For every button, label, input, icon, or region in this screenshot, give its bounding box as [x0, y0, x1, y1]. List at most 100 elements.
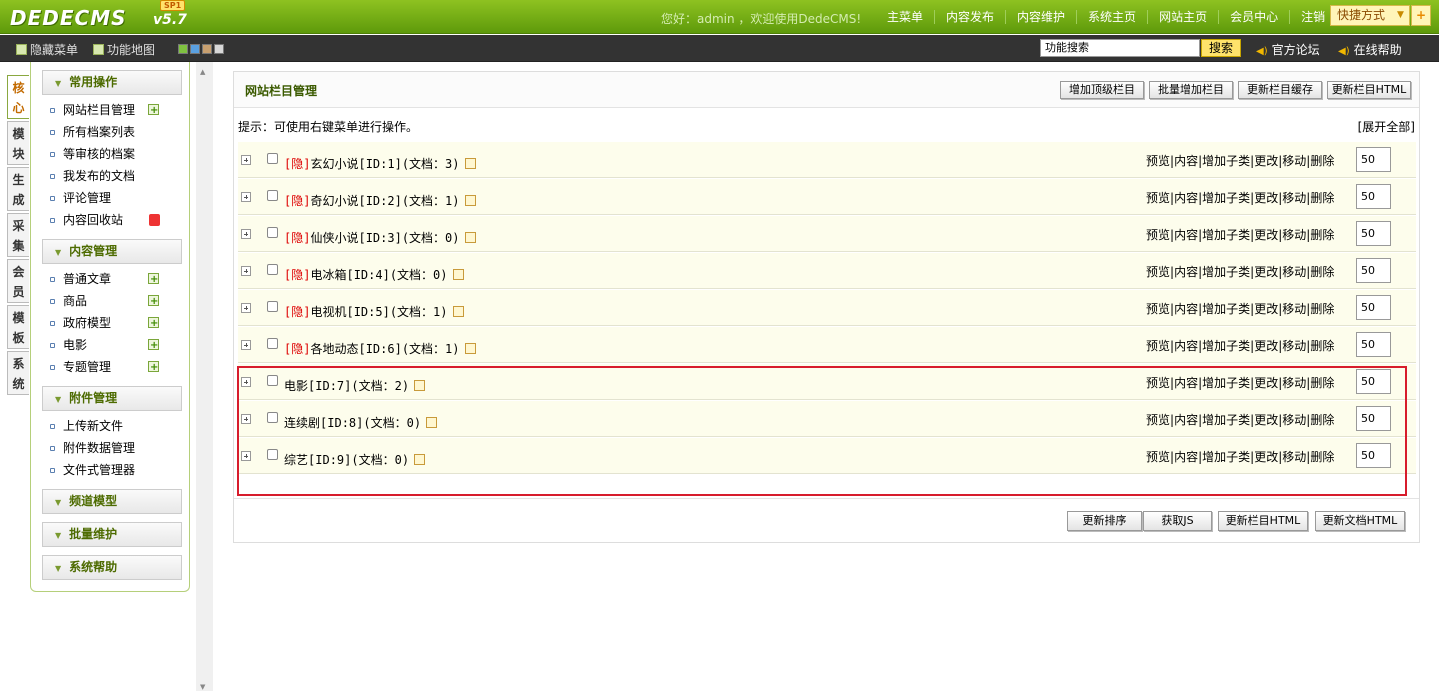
edit-icon[interactable]: [464, 343, 476, 354]
scroll-down-icon[interactable]: ▼: [200, 683, 205, 691]
row-action-link[interactable]: 删除: [1310, 265, 1334, 279]
top-nav-item[interactable]: 主菜单: [876, 10, 934, 24]
row-action-link[interactable]: 预览: [1146, 154, 1170, 168]
row-checkbox[interactable]: [267, 190, 278, 201]
row-checkbox[interactable]: [267, 301, 278, 312]
get-js-button[interactable]: 获取JS: [1143, 511, 1212, 531]
row-action-link[interactable]: 预览: [1146, 265, 1170, 279]
row-action-link[interactable]: 预览: [1146, 302, 1170, 316]
row-action-link[interactable]: 移动: [1282, 302, 1306, 316]
edit-icon[interactable]: [426, 417, 438, 428]
row-action-link[interactable]: 增加子类: [1202, 413, 1250, 427]
sidebar-group-header[interactable]: ▼ 内容管理: [42, 239, 182, 264]
row-action-link[interactable]: 内容: [1174, 339, 1198, 353]
category-name[interactable]: [隐]电冰箱[ID:4](文档：0): [284, 266, 464, 283]
sidebar-item[interactable]: 政府模型: [31, 312, 189, 335]
expand-plus-icon[interactable]: [241, 229, 251, 239]
row-action-link[interactable]: 删除: [1310, 413, 1334, 427]
sidebar-item[interactable]: 所有档案列表: [31, 121, 189, 143]
sidebar-item[interactable]: 商品: [31, 290, 189, 313]
sidebar-group-header[interactable]: ▼ 系统帮助: [42, 555, 182, 580]
sort-order-input[interactable]: 50: [1356, 443, 1391, 468]
category-name[interactable]: 综艺[ID:9](文档：0): [284, 451, 426, 468]
row-action-link[interactable]: 增加子类: [1202, 376, 1250, 390]
row-checkbox[interactable]: [267, 264, 278, 275]
row-action-link[interactable]: 更改: [1254, 302, 1278, 316]
sidebar-item[interactable]: 普通文章: [31, 268, 189, 291]
sidebar-item[interactable]: 附件数据管理: [31, 437, 189, 459]
row-checkbox[interactable]: [267, 412, 278, 423]
quick-add-button[interactable]: +: [1411, 5, 1431, 26]
sort-order-input[interactable]: 50: [1356, 184, 1391, 209]
sidebar-item[interactable]: 电影: [31, 334, 189, 357]
add-icon[interactable]: [148, 100, 159, 122]
row-checkbox[interactable]: [267, 449, 278, 460]
sort-order-input[interactable]: 50: [1356, 258, 1391, 283]
add-top-category-button[interactable]: 增加顶级栏目: [1060, 81, 1144, 99]
quick-menu-button[interactable]: 快捷方式 ▼: [1330, 5, 1410, 26]
category-name[interactable]: [隐]各地动态[ID:6](文档：1): [284, 340, 476, 357]
row-action-link[interactable]: 增加子类: [1202, 228, 1250, 242]
edit-icon[interactable]: [452, 269, 464, 280]
row-action-link[interactable]: 内容: [1174, 302, 1198, 316]
row-action-link[interactable]: 移动: [1282, 339, 1306, 353]
sidebar-group-header[interactable]: ▼ 附件管理: [42, 386, 182, 411]
add-icon[interactable]: [148, 269, 159, 291]
sidebar-item[interactable]: 评论管理: [31, 187, 189, 209]
row-checkbox[interactable]: [267, 153, 278, 164]
row-action-link[interactable]: 更改: [1254, 376, 1278, 390]
skin-swatch[interactable]: [190, 44, 200, 54]
row-checkbox[interactable]: [267, 227, 278, 238]
edit-icon[interactable]: [464, 232, 476, 243]
row-action-link[interactable]: 更改: [1254, 154, 1278, 168]
skin-swatch[interactable]: [178, 44, 188, 54]
update-category-html-button[interactable]: 更新栏目HTML: [1327, 81, 1411, 99]
sidebar-item[interactable]: 我发布的文档: [31, 165, 189, 187]
row-action-link[interactable]: 内容: [1174, 376, 1198, 390]
add-icon[interactable]: [148, 335, 159, 357]
update-category-html-footer-button[interactable]: 更新栏目HTML: [1218, 511, 1308, 531]
sidebar-item[interactable]: 上传新文件: [31, 415, 189, 437]
category-name[interactable]: [隐]奇幻小说[ID:2](文档：1): [284, 192, 476, 209]
row-action-link[interactable]: 移动: [1282, 450, 1306, 464]
expand-plus-icon[interactable]: [241, 155, 251, 165]
category-name[interactable]: 连续剧[ID:8](文档：0): [284, 414, 438, 431]
top-nav-item[interactable]: 网站主页: [1147, 10, 1218, 24]
row-action-link[interactable]: 增加子类: [1202, 265, 1250, 279]
hide-menu-button[interactable]: 隐藏菜单: [16, 41, 78, 58]
edit-icon[interactable]: [414, 454, 426, 465]
sort-order-input[interactable]: 50: [1356, 369, 1391, 394]
skin-swatch[interactable]: [202, 44, 212, 54]
row-action-link[interactable]: 内容: [1174, 413, 1198, 427]
module-tab[interactable]: 核心: [7, 75, 29, 119]
row-action-link[interactable]: 更改: [1254, 265, 1278, 279]
sidebar-group-header[interactable]: ▼ 常用操作: [42, 70, 182, 95]
row-action-link[interactable]: 增加子类: [1202, 154, 1250, 168]
row-action-link[interactable]: 增加子类: [1202, 339, 1250, 353]
category-name[interactable]: 电影[ID:7](文档：2): [284, 377, 426, 394]
row-action-link[interactable]: 删除: [1310, 450, 1334, 464]
row-action-link[interactable]: 移动: [1282, 154, 1306, 168]
row-action-link[interactable]: 删除: [1310, 339, 1334, 353]
row-action-link[interactable]: 删除: [1310, 228, 1334, 242]
expand-plus-icon[interactable]: [241, 303, 251, 313]
function-map-button[interactable]: 功能地图: [93, 41, 155, 58]
scroll-up-icon[interactable]: ▲: [200, 68, 205, 76]
top-nav-item[interactable]: 内容维护: [1005, 10, 1076, 24]
row-action-link[interactable]: 更改: [1254, 413, 1278, 427]
online-help-link[interactable]: ◀) 在线帮助: [1338, 41, 1402, 58]
expand-plus-icon[interactable]: [241, 192, 251, 202]
sort-order-input[interactable]: 50: [1356, 332, 1391, 357]
module-tab[interactable]: 模块: [7, 121, 29, 165]
sidebar-item[interactable]: 内容回收站: [31, 209, 189, 231]
edit-icon[interactable]: [414, 380, 426, 391]
category-name[interactable]: [隐]仙侠小说[ID:3](文档：0): [284, 229, 476, 246]
add-icon[interactable]: [148, 357, 159, 379]
search-button[interactable]: 搜索: [1201, 39, 1241, 57]
expand-all-link[interactable]: [展开全部]: [1358, 118, 1415, 135]
module-tab[interactable]: 会员: [7, 259, 29, 303]
row-action-link[interactable]: 更改: [1254, 228, 1278, 242]
edit-icon[interactable]: [464, 158, 476, 169]
row-checkbox[interactable]: [267, 338, 278, 349]
trash-icon[interactable]: [149, 214, 160, 226]
